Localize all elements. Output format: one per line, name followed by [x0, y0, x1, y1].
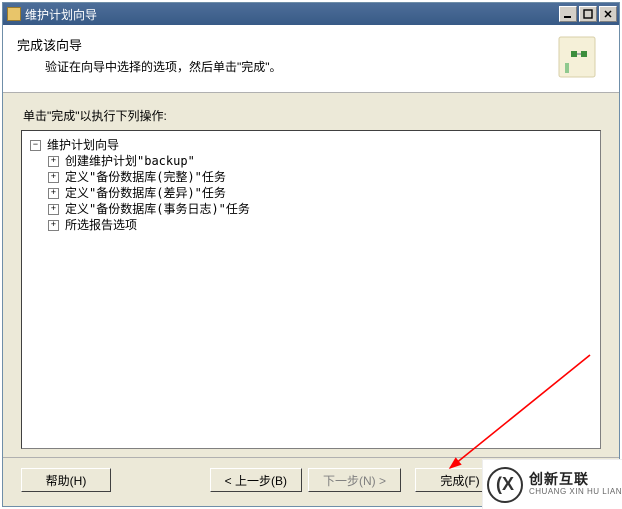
wizard-banner-icon	[553, 33, 601, 81]
expand-icon[interactable]: +	[48, 188, 59, 199]
wizard-window: 维护计划向导 完成该向导 验证在向导中选择的选项，然后单击"完成"。	[2, 2, 620, 507]
tree-item[interactable]: + 所选报告选项	[26, 217, 596, 233]
watermark-brand: 创新互联	[529, 472, 622, 487]
tree-item-label: 定义"备份数据库(完整)"任务	[65, 169, 226, 185]
tree-item[interactable]: + 定义"备份数据库(差异)"任务	[26, 185, 596, 201]
maximize-button[interactable]	[579, 6, 597, 22]
tree-item-label: 所选报告选项	[65, 217, 137, 233]
tree-item[interactable]: + 创建维护计划"backup"	[26, 153, 596, 169]
watermark-pinyin: CHUANG XIN HU LIAN	[529, 488, 622, 497]
summary-tree[interactable]: − 维护计划向导 + 创建维护计划"backup" + 定义"备份数据库(完整)…	[21, 130, 601, 449]
content-area: 单击"完成"以执行下列操作: − 维护计划向导 + 创建维护计划"backup"…	[3, 93, 619, 457]
app-icon	[7, 7, 21, 21]
expand-icon[interactable]: +	[48, 156, 59, 167]
collapse-icon[interactable]: −	[30, 140, 41, 151]
instruction-label: 单击"完成"以执行下列操作:	[23, 107, 601, 124]
close-button[interactable]	[599, 6, 617, 22]
tree-item[interactable]: + 定义"备份数据库(事务日志)"任务	[26, 201, 596, 217]
back-button[interactable]: < 上一步(B)	[210, 468, 302, 492]
expand-icon[interactable]: +	[48, 204, 59, 215]
tree-item-label: 定义"备份数据库(差异)"任务	[65, 185, 226, 201]
watermark-logo-icon: (X	[487, 467, 523, 503]
tree-root[interactable]: − 维护计划向导	[26, 137, 596, 153]
title-bar: 维护计划向导	[3, 3, 619, 25]
minimize-button[interactable]	[559, 6, 577, 22]
watermark: (X 创新互联 CHUANG XIN HU LIAN	[482, 459, 622, 509]
tree-item-label: 创建维护计划"backup"	[65, 153, 195, 169]
page-title: 完成该向导	[17, 35, 545, 54]
header-panel: 完成该向导 验证在向导中选择的选项，然后单击"完成"。	[3, 25, 619, 93]
page-subtitle: 验证在向导中选择的选项，然后单击"完成"。	[45, 58, 545, 75]
next-button: 下一步(N) >	[308, 468, 401, 492]
expand-icon[interactable]: +	[48, 172, 59, 183]
window-title: 维护计划向导	[25, 6, 557, 23]
tree-item-label: 定义"备份数据库(事务日志)"任务	[65, 201, 250, 217]
tree-root-label: 维护计划向导	[47, 137, 119, 153]
help-button[interactable]: 帮助(H)	[21, 468, 111, 492]
expand-icon[interactable]: +	[48, 220, 59, 231]
window-controls	[557, 6, 617, 22]
tree-item[interactable]: + 定义"备份数据库(完整)"任务	[26, 169, 596, 185]
